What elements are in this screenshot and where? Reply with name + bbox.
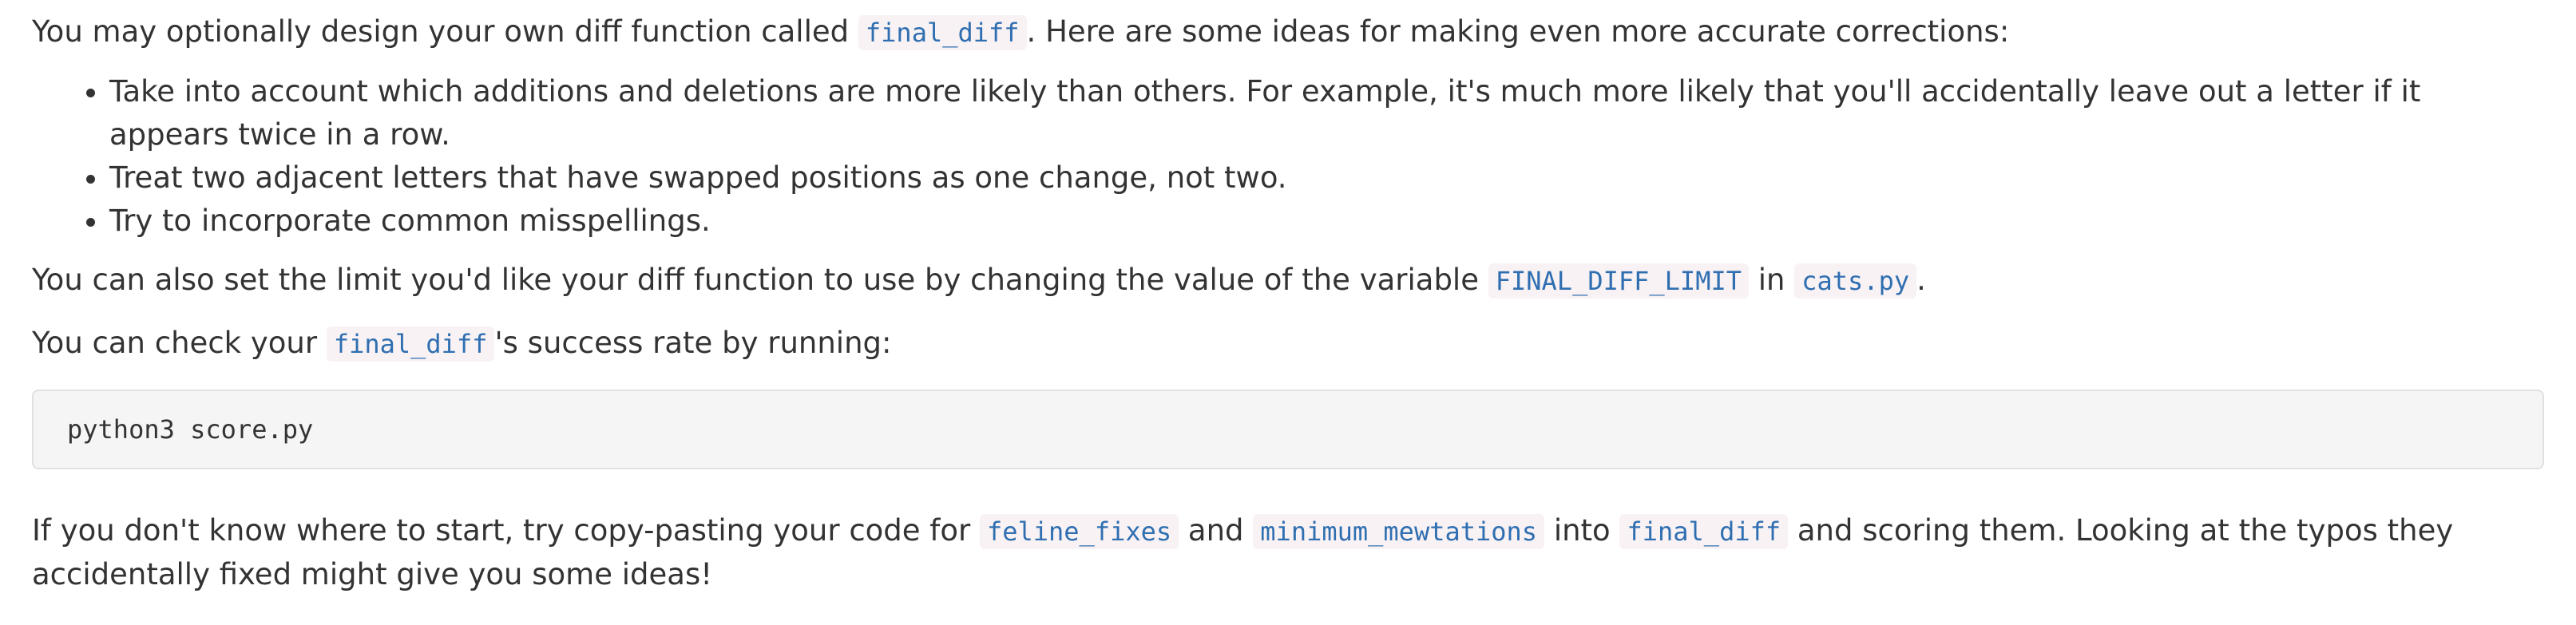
inline-code-feline-fixes: feline_fixes <box>979 514 1179 549</box>
tip-paragraph: If you don't know where to start, try co… <box>32 509 2544 596</box>
limit-text-after: . <box>1916 263 1926 297</box>
intro-paragraph: You may optionally design your own diff … <box>32 0 2544 54</box>
limit-text-middle: in <box>1748 263 1795 297</box>
check-paragraph: You can check your final_diff's success … <box>32 322 2544 366</box>
inline-code-minimum-mewtations: minimum_mewtations <box>1253 514 1545 549</box>
tip-text-before: If you don't know where to start, try co… <box>32 513 980 548</box>
limit-text-before: You can also set the limit you'd like yo… <box>32 263 1488 297</box>
tip-text-and: and <box>1179 513 1254 548</box>
limit-paragraph: You can also set the limit you'd like yo… <box>32 259 2544 303</box>
inline-code-cats-py: cats.py <box>1794 263 1917 299</box>
document-body: You may optionally design your own diff … <box>0 0 2576 625</box>
ideas-list: Take into account which additions and de… <box>32 70 2544 243</box>
intro-text-after: . Here are some ideas for making even mo… <box>1026 14 2010 49</box>
inline-code-final-diff: final_diff <box>858 15 1027 50</box>
intro-text-before: You may optionally design your own diff … <box>32 14 858 49</box>
list-item: Try to incorporate common misspellings. <box>109 200 2544 243</box>
inline-code-final-diff-limit: FINAL_DIFF_LIMIT <box>1488 263 1749 299</box>
check-text-after: 's success rate by running: <box>494 326 892 360</box>
inline-code-final-diff: final_diff <box>1619 514 1789 549</box>
code-block: python3 score.py <box>32 390 2544 469</box>
command-text: python3 score.py <box>67 414 314 445</box>
tip-text-into: into <box>1544 513 1620 548</box>
check-text-before: You can check your <box>32 326 327 360</box>
inline-code-final-diff: final_diff <box>326 326 495 362</box>
list-item: Treat two adjacent letters that have swa… <box>109 156 2544 200</box>
list-item: Take into account which additions and de… <box>109 70 2544 156</box>
